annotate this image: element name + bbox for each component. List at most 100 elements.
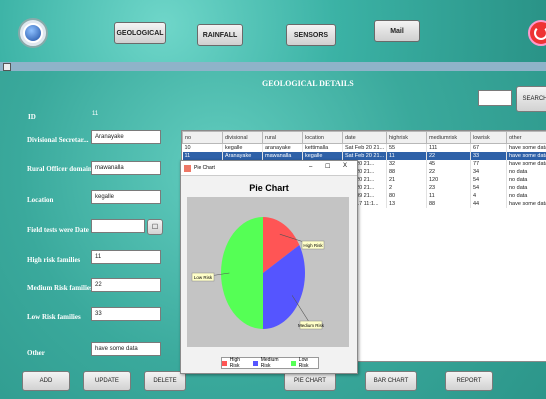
table-cell: 88 bbox=[386, 168, 427, 176]
search-button[interactable]: SEARCH bbox=[516, 86, 546, 112]
table-cell: 2 bbox=[386, 184, 427, 192]
table-cell: 23 bbox=[426, 184, 471, 192]
slice-leader-line bbox=[291, 295, 312, 326]
legend-entry: Medium Risk bbox=[260, 357, 279, 369]
table-cell: have some data bbox=[506, 200, 546, 208]
calendar-icon[interactable]: ☐ bbox=[147, 219, 163, 235]
rural-label: Rural Officer domain bbox=[27, 165, 92, 173]
table-cell: 88 bbox=[426, 200, 471, 208]
bar-chart-button[interactable]: BAR CHART bbox=[365, 371, 417, 391]
column-header[interactable]: mediumrisk bbox=[426, 131, 471, 144]
pie-chart-dialog: Pie Chart – ☐ X Pie Chart High Risk Mediu… bbox=[180, 160, 358, 374]
legend-swatch bbox=[252, 360, 258, 366]
table-row[interactable]: 10 kegalle aranayake kettimalla Sat Feb 20 2… bbox=[182, 143, 546, 152]
maximize-button[interactable]: ☐ bbox=[325, 163, 330, 170]
legend-entry: High Risk bbox=[229, 357, 241, 369]
table-cell: no data bbox=[506, 192, 546, 200]
table-cell: kegalle bbox=[302, 152, 343, 160]
column-header[interactable]: divisional bbox=[222, 131, 263, 144]
add-button[interactable]: ADD bbox=[22, 371, 70, 391]
delete-button[interactable]: DELETE bbox=[144, 371, 186, 391]
medium-risk-label: Medium Risk families bbox=[27, 284, 93, 292]
chart-legend: High Risk Medium Risk Low Risk bbox=[221, 357, 319, 369]
table-cell: 34 bbox=[470, 168, 507, 176]
table-cell: 11 bbox=[386, 152, 427, 160]
update-button[interactable]: UPDATE bbox=[83, 371, 131, 391]
table-cell: 4 bbox=[470, 192, 507, 200]
page-title: GEOLOGICAL DETAILS bbox=[262, 79, 354, 88]
slice-label: Medium Risk bbox=[298, 323, 325, 328]
location-field[interactable]: kegalle bbox=[91, 190, 161, 204]
low-risk-field[interactable]: 33 bbox=[91, 307, 161, 321]
mail-button[interactable]: Mail bbox=[374, 20, 420, 42]
pie-chart: High Risk Medium Risk Low Risk bbox=[191, 217, 325, 330]
legend-swatch bbox=[222, 360, 227, 366]
high-risk-field[interactable]: 11 bbox=[91, 250, 161, 264]
report-button[interactable]: REPORT bbox=[445, 371, 493, 391]
window-menu-icon[interactable] bbox=[3, 63, 11, 71]
dialog-titlebar: Pie Chart – ☐ X bbox=[181, 161, 357, 176]
minimize-button[interactable]: – bbox=[309, 164, 312, 170]
table-cell: have some data bbox=[506, 160, 546, 168]
low-risk-label: Low Risk families bbox=[27, 313, 81, 321]
id-value: 11 bbox=[92, 111, 99, 117]
legend-entry: Low Risk bbox=[298, 357, 309, 369]
table-cell: aranayake bbox=[262, 143, 303, 152]
search-input[interactable] bbox=[478, 90, 512, 106]
table-cell: 111 bbox=[426, 143, 471, 152]
table-cell: 44 bbox=[470, 200, 507, 208]
column-header[interactable]: other bbox=[506, 131, 546, 144]
table-cell: no data bbox=[506, 176, 546, 184]
high-risk-label: High risk families bbox=[27, 256, 81, 264]
table-cell: have some data bbox=[506, 152, 546, 160]
rural-field[interactable]: mawanalla bbox=[91, 161, 161, 175]
medium-risk-field[interactable]: 22 bbox=[91, 278, 161, 292]
table-cell: kegalle bbox=[222, 143, 263, 152]
slice-label: High Risk bbox=[303, 243, 323, 248]
table-cell: Sat Feb 20 21... bbox=[342, 143, 387, 152]
divisional-field[interactable]: Aranayake bbox=[91, 130, 161, 144]
table-cell: Sat Feb 20 21... bbox=[342, 152, 387, 160]
other-field[interactable]: have some data bbox=[91, 342, 161, 356]
rainfall-button[interactable]: RAINFALL bbox=[197, 24, 243, 46]
table-cell: 120 bbox=[426, 176, 471, 184]
dialog-title: Pie Chart bbox=[194, 165, 215, 171]
table-cell: 11 bbox=[182, 152, 223, 160]
column-header[interactable]: date bbox=[342, 131, 387, 144]
divisional-label: Divisional Secretar... bbox=[27, 136, 89, 144]
app-logo-icon[interactable] bbox=[18, 18, 48, 48]
close-button[interactable]: X bbox=[343, 163, 347, 169]
pie-chart-button[interactable]: PIE CHART bbox=[284, 371, 336, 391]
column-header[interactable]: rural bbox=[262, 131, 303, 144]
table-cell: Aranayake bbox=[222, 152, 263, 160]
geological-button[interactable]: GEOLOGICAL bbox=[114, 22, 166, 44]
sensors-button[interactable]: SENSORS bbox=[286, 24, 336, 46]
table-cell: no data bbox=[506, 168, 546, 176]
id-label: ID bbox=[28, 113, 36, 121]
table-cell: 22 bbox=[426, 168, 471, 176]
column-header[interactable]: no bbox=[182, 131, 223, 144]
pie-slice bbox=[221, 217, 263, 329]
column-header[interactable]: highrisk bbox=[386, 131, 427, 144]
table-cell: 13 bbox=[386, 200, 427, 208]
table-cell: 54 bbox=[470, 184, 507, 192]
table-cell: 77 bbox=[470, 160, 507, 168]
column-header[interactable]: location bbox=[302, 131, 343, 144]
table-cell: 55 bbox=[386, 143, 427, 152]
table-cell: 21 bbox=[386, 176, 427, 184]
table-cell: 45 bbox=[426, 160, 471, 168]
chart-title: Pie Chart bbox=[249, 183, 289, 193]
legend-swatch bbox=[291, 360, 296, 366]
table-row[interactable]: 11 Aranayake mawanalla kegalle Sat Feb 20 21… bbox=[182, 152, 546, 160]
column-header[interactable]: lowrisk bbox=[470, 131, 507, 144]
table-cell: kettimalla bbox=[302, 143, 343, 152]
top-toolbar bbox=[0, 0, 546, 62]
java-icon bbox=[184, 164, 191, 172]
other-label: Other bbox=[27, 349, 45, 357]
table-cell: mawanalla bbox=[262, 152, 303, 160]
date-label: Field tests were Date bbox=[27, 226, 89, 234]
table-cell: 80 bbox=[386, 192, 427, 200]
table-cell: 67 bbox=[470, 143, 507, 152]
date-field[interactable] bbox=[91, 219, 145, 233]
table-cell: have some data bbox=[506, 143, 546, 152]
